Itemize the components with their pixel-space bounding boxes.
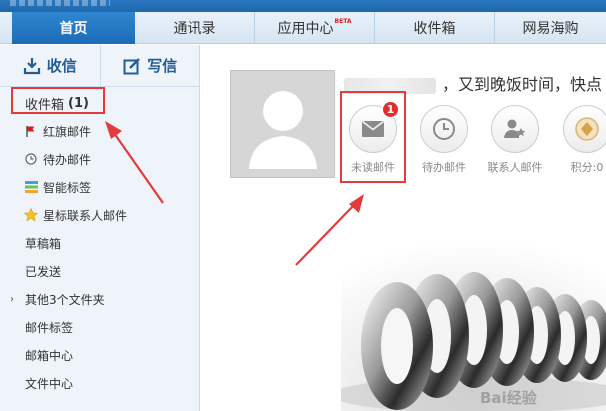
sidebar-item-label: 星标联系人邮件: [43, 208, 128, 223]
sidebar-item-label: 邮件标签: [25, 320, 74, 335]
star-icon: [24, 208, 38, 222]
sidebar-item-todo[interactable]: 待办邮件: [0, 145, 200, 173]
sidebar-item-label: 文件中心: [25, 376, 74, 391]
sidebar-item-label: 智能标签: [43, 180, 92, 195]
sidebar-item-label: 已发送: [25, 264, 62, 279]
sidebar-item-label: 草稿箱: [25, 236, 62, 251]
clock-icon: [420, 105, 468, 153]
red-flag-icon: [24, 124, 38, 138]
download-icon: [23, 57, 40, 74]
tab-contacts-label: 通讯录: [173, 21, 216, 37]
quick-link-contacts-mail[interactable]: 联系人邮件: [481, 105, 549, 175]
tab-app-center-label: 应用中心: [277, 21, 334, 37]
greeting-message: ，又到晚饭时间，快点: [442, 75, 603, 94]
tab-inbox[interactable]: 收件箱: [375, 12, 495, 44]
sidebar-item-label: 其他3个文件夹: [25, 292, 105, 307]
quick-link-points[interactable]: 积分:0: [553, 105, 606, 175]
quick-link-label: 联系人邮件: [487, 161, 543, 174]
tag-stripes-icon: [24, 180, 38, 194]
inbox-highlight-box: [11, 87, 105, 114]
tab-inbox-label: 收件箱: [413, 21, 456, 37]
tab-bar: 首页 通讯录 应用中心 BETA 收件箱 网易海购: [0, 12, 606, 44]
sidebar-item-mail-tags[interactable]: 邮件标签: [0, 313, 200, 341]
sidebar-item-drafts[interactable]: 草稿箱: [0, 229, 200, 257]
top-header-strip: [0, 0, 606, 12]
sidebar-item-sent[interactable]: 已发送: [0, 257, 200, 285]
compose-mail-button[interactable]: 写信: [99, 45, 201, 86]
sidebar-item-other-folders[interactable]: › 其他3个文件夹: [0, 285, 200, 313]
tab-home[interactable]: 首页: [12, 12, 135, 44]
avatar[interactable]: [230, 70, 335, 178]
receive-mail-label: 收信: [46, 57, 77, 75]
coin-icon: [563, 105, 606, 153]
unread-highlight-box: [340, 91, 406, 183]
sidebar-item-mailbox-center[interactable]: 邮箱中心: [0, 341, 200, 369]
person-silhouette-icon: [249, 91, 317, 169]
sidebar-item-red-flag[interactable]: 红旗邮件: [0, 117, 200, 145]
receive-mail-button[interactable]: 收信: [0, 45, 100, 86]
sidebar-item-smart-tags[interactable]: 智能标签: [0, 173, 200, 201]
tab-contacts[interactable]: 通讯录: [135, 12, 255, 44]
tab-app-center[interactable]: 应用中心 BETA: [255, 12, 375, 44]
folder-nav: 收件箱 (1) 红旗邮件 待办邮件 智能标签 星标联系人邮件 草稿箱 已发送 ›…: [0, 89, 200, 397]
tab-netease-shop-label: 网易海购: [522, 21, 579, 37]
clock-icon: [24, 152, 38, 166]
pencil-icon: [123, 57, 141, 74]
chevron-right-icon[interactable]: ›: [10, 294, 14, 305]
quick-link-label: 积分:0: [570, 161, 604, 174]
compose-row: 收信 写信: [0, 45, 200, 87]
compose-mail-label: 写信: [147, 57, 178, 75]
quick-link-label: 待办邮件: [422, 161, 466, 174]
beta-badge: BETA: [334, 17, 352, 25]
sidebar-item-file-center[interactable]: 文件中心: [0, 369, 200, 397]
main-panel: ，又到晚饭时间，快点 1 未读邮件 待办邮件 联系人邮件 积分:0: [201, 45, 606, 411]
sidebar-item-label: 待办邮件: [43, 152, 92, 167]
logo: [10, 0, 110, 6]
tab-netease-shop[interactable]: 网易海购: [495, 12, 606, 44]
tab-home-label: 首页: [59, 21, 88, 37]
watermark: Bai经验: [480, 389, 537, 407]
banner-image[interactable]: [341, 220, 606, 411]
ring-vehicle: [361, 282, 433, 410]
sidebar-item-starred-contacts[interactable]: 星标联系人邮件: [0, 201, 200, 229]
contact-star-icon: [491, 105, 539, 153]
quick-link-todo[interactable]: 待办邮件: [410, 105, 478, 175]
sidebar-item-label: 红旗邮件: [43, 124, 92, 139]
sidebar-item-label: 邮箱中心: [25, 348, 74, 363]
